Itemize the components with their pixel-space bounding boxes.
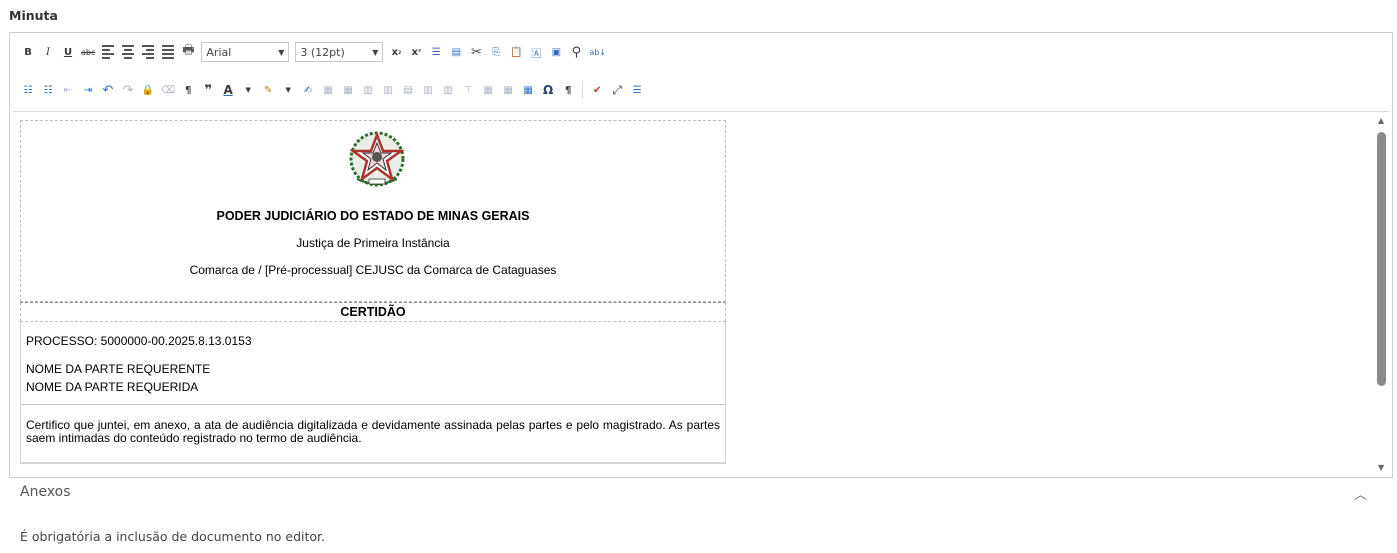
replace-icon[interactable]: ab↓: [589, 44, 606, 60]
font-size-value: 3 (12pt): [300, 45, 345, 59]
background-color-icon[interactable]: ✎: [261, 82, 275, 98]
bulleted-list-icon[interactable]: ☷: [21, 82, 35, 98]
rich-text-editor: B I U abc 🖶 Arial ▼ 3 (12pt) ▼ x₂ x² ☰ ▤…: [9, 32, 1393, 478]
scroll-up-arrow-icon[interactable]: ▲: [1378, 116, 1384, 125]
attachments-header[interactable]: Anexos: [20, 484, 71, 500]
toolbar-row-2: ☷ ☷ ⇤ ⇥ ↶ ↷ 🔒 ⌫ ¶ ❞ A ▼ ✎ ▼ ✍ ▦ ▦ ▥ ▥ ▤ …: [18, 77, 647, 103]
underline-button[interactable]: U: [61, 44, 75, 60]
remove-format-icon[interactable]: ⌫: [161, 82, 175, 98]
lock-icon[interactable]: 🔒: [141, 82, 155, 98]
line-spacing-icon[interactable]: ☰: [429, 44, 443, 60]
insert-row-after-icon[interactable]: ▥: [381, 82, 395, 98]
delete-row-icon[interactable]: ▤: [401, 82, 415, 98]
section-label-minuta: Minuta: [9, 8, 58, 23]
table-delete-icon[interactable]: ▦: [341, 82, 355, 98]
chevron-down-icon: ▼: [278, 47, 285, 57]
state-coat-of-arms-icon: [349, 131, 405, 187]
paste-as-text-icon[interactable]: 🄰: [529, 44, 543, 60]
special-character-icon[interactable]: Ω: [541, 82, 555, 98]
outdent-icon[interactable]: ⇤: [61, 82, 75, 98]
line-height-icon[interactable]: ☰: [630, 82, 644, 98]
process-number: PROCESSO: 5000000-00.2025.8.13.0153: [26, 334, 252, 348]
blockquote-icon[interactable]: ❞: [201, 82, 215, 98]
indent-icon[interactable]: ⇥: [81, 82, 95, 98]
table-properties-icon[interactable]: ▦: [321, 82, 335, 98]
certificate-heading: CERTIDÃO: [340, 305, 406, 319]
copy-icon[interactable]: ⎘: [489, 44, 503, 60]
fullscreen-icon[interactable]: ⤢: [610, 82, 624, 98]
process-info-box: PROCESSO: 5000000-00.2025.8.13.0153 NOME…: [20, 322, 726, 405]
chevron-down-icon: ▼: [372, 47, 379, 57]
redo-icon[interactable]: ↷: [121, 82, 135, 98]
find-icon[interactable]: ⚲: [569, 44, 583, 60]
chevron-down-icon[interactable]: ▼: [281, 82, 295, 98]
merge-cells-icon[interactable]: ⊤: [461, 82, 475, 98]
font-size-select[interactable]: 3 (12pt) ▼: [295, 42, 384, 62]
district-line: Comarca de / [Pré-processual] CEJUSC da …: [189, 263, 557, 277]
spellcheck-icon[interactable]: ✔: [590, 82, 604, 98]
cut-icon[interactable]: ✂: [469, 44, 483, 60]
delete-column-icon[interactable]: ▥: [441, 82, 455, 98]
print-icon[interactable]: 🖶: [181, 43, 195, 60]
align-center-button[interactable]: [121, 44, 135, 60]
cell-properties-icon[interactable]: ▦: [501, 82, 515, 98]
font-family-select[interactable]: Arial ▼: [201, 42, 290, 62]
validation-notice: É obrigatória a inclusão de documento no…: [20, 529, 325, 544]
paragraph-format-icon[interactable]: ¶: [181, 82, 195, 98]
certificate-heading-box: CERTIDÃO: [20, 302, 726, 322]
strikethrough-button[interactable]: abc: [81, 44, 95, 60]
vertical-scrollbar[interactable]: ▲ ▼: [1374, 112, 1389, 476]
certificate-body-text: Certifico que juntei, em anexo, a ata de…: [26, 418, 720, 445]
align-left-button[interactable]: [101, 44, 115, 60]
text-color-icon[interactable]: A: [221, 82, 235, 98]
insert-row-before-icon[interactable]: ▥: [361, 82, 375, 98]
show-blocks-icon[interactable]: ¶: [561, 82, 575, 98]
split-cells-icon[interactable]: ▦: [481, 82, 495, 98]
superscript-button[interactable]: x²: [409, 44, 423, 60]
justify-button[interactable]: [161, 44, 175, 60]
numbered-list-icon[interactable]: ☷: [41, 82, 55, 98]
document-page: PODER JUDICIÁRIO DO ESTADO DE MINAS GERA…: [20, 120, 726, 476]
align-right-button[interactable]: [141, 44, 155, 60]
toolbar-separator: [582, 81, 584, 99]
insert-column-icon[interactable]: ▥: [421, 82, 435, 98]
font-family-value: Arial: [206, 45, 232, 59]
document-header-box: PODER JUDICIÁRIO DO ESTADO DE MINAS GERA…: [20, 120, 726, 302]
editor-content-area[interactable]: PODER JUDICIÁRIO DO ESTADO DE MINAS GERA…: [13, 111, 1389, 476]
scroll-down-arrow-icon[interactable]: ▼: [1378, 463, 1384, 472]
instance-line: Justiça de Primeira Instância: [296, 236, 450, 250]
paste-text-icon[interactable]: ▤: [449, 44, 463, 60]
paste-icon[interactable]: 📋: [509, 44, 523, 60]
chevron-up-icon[interactable]: ︿: [1354, 484, 1367, 503]
court-title: PODER JUDICIÁRIO DO ESTADO DE MINAS GERA…: [216, 209, 530, 223]
subscript-button[interactable]: x₂: [389, 44, 403, 60]
italic-button[interactable]: I: [41, 44, 55, 60]
edit-source-icon[interactable]: ✍: [301, 82, 315, 98]
paste-from-word-icon[interactable]: ▣: [549, 44, 563, 60]
insert-table-icon[interactable]: ▦: [521, 82, 535, 98]
undo-icon[interactable]: ↶: [101, 82, 115, 98]
certificate-body-box: Certifico que juntei, em anexo, a ata de…: [20, 406, 726, 464]
toolbar-row-1: B I U abc 🖶 Arial ▼ 3 (12pt) ▼ x₂ x² ☰ ▤…: [18, 39, 609, 65]
bold-button[interactable]: B: [21, 44, 35, 60]
party-requester: NOME DA PARTE REQUERENTE: [26, 362, 211, 376]
party-requested: NOME DA PARTE REQUERIDA: [26, 380, 199, 394]
scroll-thumb[interactable]: [1377, 132, 1386, 386]
chevron-down-icon[interactable]: ▼: [241, 82, 255, 98]
